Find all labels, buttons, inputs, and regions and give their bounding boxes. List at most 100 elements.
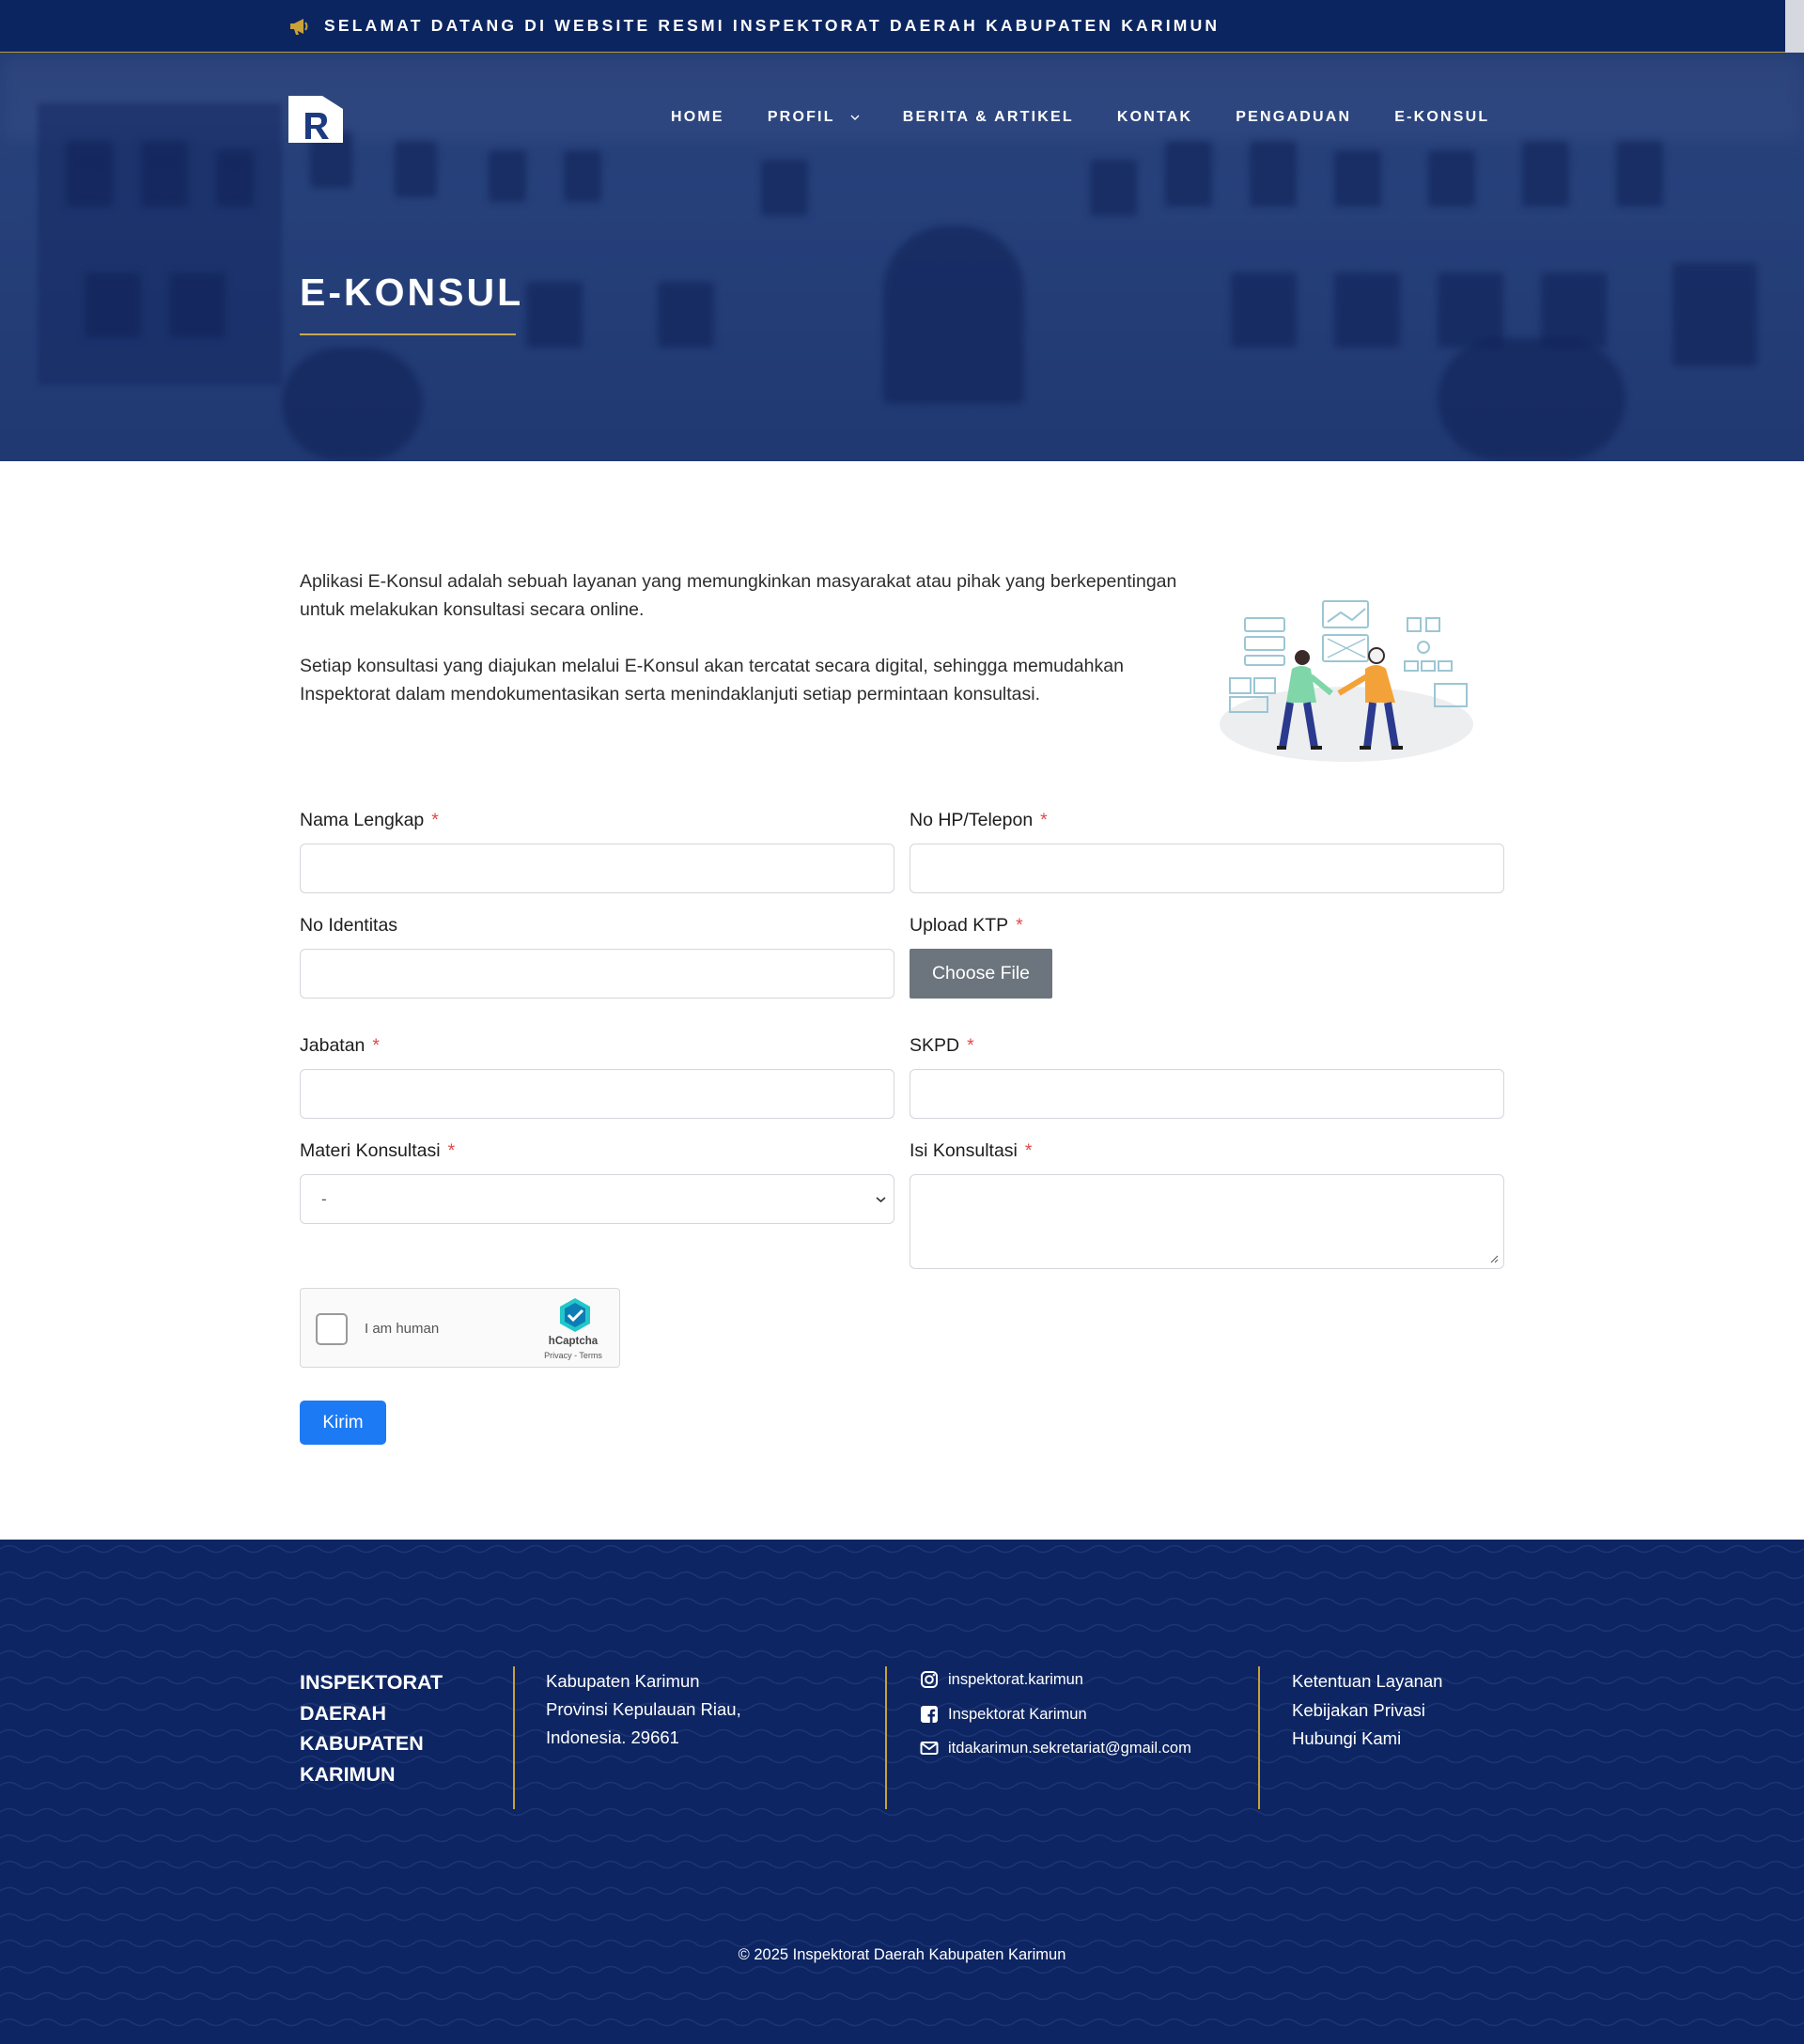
wave-line [0,1597,1804,1606]
ktp-label: Upload KTP [910,915,1009,936]
wave-line [0,1676,1804,1685]
field-jabatan: Jabatan * [300,1035,894,1119]
instagram-link[interactable]: inspektorat.karimun [920,1663,1191,1697]
kirim-button[interactable]: Kirim [300,1401,386,1445]
wave-line [0,1649,1804,1659]
nav-pengaduan[interactable]: PENGADUAN [1236,109,1351,126]
footer-links: Ketentuan Layanan Kebijakan Privasi Hubu… [1292,1667,1442,1754]
announcement-bar: SELAMAT DATANG DI WEBSITE RESMI INSPEKTO… [0,0,1785,53]
nav-profil[interactable]: PROFIL [768,109,860,126]
resize-grip-icon[interactable] [1490,1255,1499,1263]
footer-divider [513,1666,515,1809]
footer-social: inspektorat.karimun Inspektorat Karimun … [920,1663,1191,1766]
wave-line [0,1807,1804,1817]
captcha-brand: hCaptcha [548,1336,599,1347]
hcaptcha-widget: I am human hCaptcha Privacy - Terms [300,1288,620,1368]
footer-link-privasi[interactable]: Kebijakan Privasi [1292,1696,1442,1726]
wave-line [0,1781,1804,1790]
megaphone-icon [290,18,308,35]
chevron-down-icon [850,115,860,120]
nav-home[interactable]: HOME [671,109,724,126]
no-identitas-input[interactable] [300,949,894,999]
instagram-icon [921,1671,938,1689]
wave-line [0,1571,1804,1580]
required-mark: * [1024,1140,1033,1161]
wave-line [0,1860,1804,1869]
address-line-2: Provinsi Kepulauan Riau, [546,1699,741,1719]
footer-divider [1258,1666,1260,1809]
isi-label: Isi Konsultasi [910,1140,1018,1161]
nav-e-konsul[interactable]: E-KONSUL [1394,109,1489,126]
wave-line [0,1834,1804,1843]
logo-r-icon[interactable] [288,96,343,143]
captcha-label: I am human [365,1321,440,1337]
hp-label: No HP/Telepon [910,810,1034,830]
address-line-1: Kabupaten Karimun [546,1671,700,1691]
email-link[interactable]: itdakarimun.sekretariat@gmail.com [920,1731,1191,1766]
scrollbar[interactable] [1785,0,1804,53]
required-mark: * [1016,915,1023,936]
required-mark: * [372,1035,380,1056]
address-line-3: Indonesia. 29661 [546,1727,679,1747]
nav-berita-artikel[interactable]: BERITA & ARTIKEL [903,109,1074,126]
required-mark: * [1040,810,1048,830]
main-nav: HOME PROFIL BERITA & ARTIKEL KONTAK PENG… [671,109,1489,126]
hero-banner [0,0,1804,461]
footer-link-hubungi[interactable]: Hubungi Kami [1292,1725,1442,1754]
choose-file-button[interactable]: Choose File [910,949,1052,999]
wave-line [0,1886,1804,1896]
field-upload-ktp: Upload KTP * Choose File [910,915,1052,999]
isi-konsultasi-textarea[interactable] [910,1174,1504,1269]
announcement-text: SELAMAT DATANG DI WEBSITE RESMI INSPEKTO… [324,16,1221,35]
footer-address: Kabupaten Karimun Provinsi Kepulauan Ria… [546,1667,741,1752]
footer-link-ketentuan[interactable]: Ketentuan Layanan [1292,1667,1442,1696]
required-mark: * [431,810,439,830]
email-address: itdakarimun.sekretariat@gmail.com [948,1740,1191,1758]
field-no-identitas: No Identitas [300,915,894,999]
field-nama-lengkap: Nama Lengkap * [300,810,894,893]
consultation-illustration [1220,600,1473,762]
instagram-handle: inspektorat.karimun [948,1671,1083,1689]
wave-line [0,1728,1804,1738]
chevron-down-icon [876,1197,886,1203]
skpd-input[interactable] [910,1069,1504,1119]
required-mark: * [967,1035,974,1056]
nama-label: Nama Lengkap [300,810,425,830]
wave-line [0,1912,1804,1922]
field-no-hp: No HP/Telepon * [910,810,1504,893]
facebook-link[interactable]: Inspektorat Karimun [920,1697,1191,1732]
wave-line [0,1623,1804,1633]
intro-text: Aplikasi E-Konsul adalah sebuah layanan … [300,567,1183,708]
footer-divider [885,1666,887,1809]
hcaptcha-icon [560,1298,590,1332]
wave-line [0,1755,1804,1764]
copyright-text: © 2025 Inspektorat Daerah Kabupaten Kari… [738,1946,1066,1963]
captcha-privacy-terms[interactable]: Privacy - Terms [530,1351,616,1360]
wave-line [0,1991,1804,2001]
jabatan-label: Jabatan [300,1035,365,1056]
nama-lengkap-input[interactable] [300,844,894,893]
field-isi-konsultasi: Isi Konsultasi * [910,1140,1504,1269]
intro-paragraph-1: Aplikasi E-Konsul adalah sebuah layanan … [300,571,1177,620]
footer-wave-pattern [0,1544,1804,2027]
field-skpd: SKPD * [910,1035,1504,1119]
mail-icon [920,1742,939,1756]
page-title: E-KONSUL [300,271,524,314]
captcha-checkbox[interactable] [316,1313,348,1345]
required-mark: * [447,1140,456,1161]
identitas-label: No Identitas [300,915,398,936]
no-hp-input[interactable] [910,844,1504,893]
title-underline [300,333,516,335]
wave-line [0,1965,1804,1974]
field-materi-konsultasi: Materi Konsultasi * - [300,1140,894,1224]
wave-line [0,1544,1804,1554]
facebook-icon [921,1705,938,1723]
wave-line [0,2018,1804,2027]
nav-kontak[interactable]: KONTAK [1117,109,1192,126]
select-value: - [321,1189,327,1208]
footer: INSPEKTORAT DAERAH KABUPATEN KARIMUN Kab… [0,1540,1804,2044]
materi-konsultasi-select[interactable]: - [300,1174,894,1224]
jabatan-input[interactable] [300,1069,894,1119]
footer-org-name: INSPEKTORAT DAERAH KABUPATEN KARIMUN [300,1671,443,1786]
wave-line [0,1702,1804,1711]
